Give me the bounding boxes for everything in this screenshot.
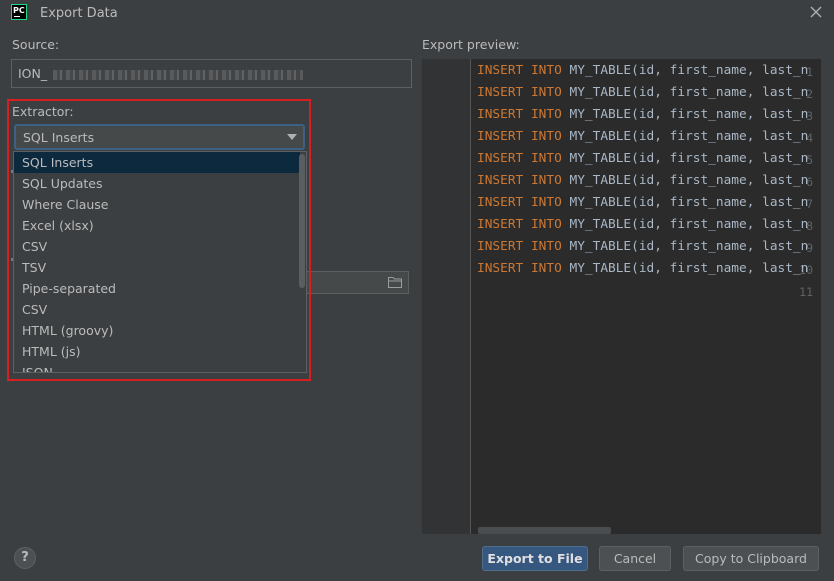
close-icon[interactable]: [808, 4, 824, 20]
keyword-insert: INSERT: [477, 129, 524, 144]
code-rest: MY_TABLE(id, first_name, last_n: [569, 85, 809, 100]
code-line: INSERT INTO MY_TABLE(id, first_name, las…: [477, 261, 808, 276]
code-rest: MY_TABLE(id, first_name, last_n: [569, 173, 809, 188]
code-rest: MY_TABLE(id, first_name, last_n: [569, 129, 809, 144]
source-field[interactable]: ION_: [11, 59, 412, 88]
extractor-select[interactable]: SQL Inserts: [14, 124, 305, 150]
code-rest: MY_TABLE(id, first_name, last_n: [569, 107, 809, 122]
title-bar: PC Export Data: [0, 0, 834, 28]
dropdown-item-sql-inserts[interactable]: SQL Inserts: [14, 152, 300, 173]
extractor-label: Extractor:: [12, 104, 74, 119]
dropdown-item-tsv[interactable]: TSV: [14, 257, 300, 278]
source-label: Source:: [12, 37, 60, 52]
export-preview-label: Export preview:: [422, 37, 520, 52]
keyword-insert: INSERT: [477, 239, 524, 254]
line-number: 11: [799, 285, 813, 299]
extractor-selected-value: SQL Inserts: [23, 130, 95, 145]
dropdown-item-json[interactable]: JSON: [14, 362, 300, 372]
keyword-into: INTO: [530, 217, 562, 232]
dropdown-item-excel[interactable]: Excel (xlsx): [14, 215, 300, 236]
code-rest: MY_TABLE(id, first_name, last_n: [569, 151, 809, 166]
code-rest: MY_TABLE(id, first_name, last_n: [569, 63, 809, 78]
folder-icon[interactable]: [388, 276, 402, 288]
code-line: INSERT INTO MY_TABLE(id, first_name, las…: [477, 129, 808, 144]
cancel-button[interactable]: Cancel: [599, 546, 671, 571]
extractor-dropdown-list[interactable]: SQL Inserts SQL Updates Where Clause Exc…: [13, 151, 307, 373]
code-rest: MY_TABLE(id, first_name, last_n: [569, 261, 809, 276]
source-value: ION_: [18, 66, 48, 81]
code-line: INSERT INTO MY_TABLE(id, first_name, las…: [477, 217, 808, 232]
keyword-into: INTO: [530, 195, 562, 210]
keyword-insert: INSERT: [477, 195, 524, 210]
keyword-into: INTO: [530, 107, 562, 122]
window-title: Export Data: [40, 6, 118, 21]
code-line: INSERT INTO MY_TABLE(id, first_name, las…: [477, 63, 808, 78]
code-line: INSERT INTO MY_TABLE(id, first_name, las…: [477, 107, 808, 122]
code-rest: MY_TABLE(id, first_name, last_n: [569, 217, 809, 232]
keyword-into: INTO: [530, 129, 562, 144]
code-line: INSERT INTO MY_TABLE(id, first_name, las…: [477, 239, 808, 254]
code-line: INSERT INTO MY_TABLE(id, first_name, las…: [477, 173, 808, 188]
blurred-source-text: [53, 69, 304, 80]
keyword-into: INTO: [530, 173, 562, 188]
keyword-into: INTO: [530, 63, 562, 78]
help-button[interactable]: ?: [14, 547, 36, 569]
output-path-field[interactable]: [306, 271, 409, 294]
dropdown-item-sql-updates[interactable]: SQL Updates: [14, 173, 300, 194]
keyword-insert: INSERT: [477, 107, 524, 122]
keyword-into: INTO: [530, 261, 562, 276]
dropdown-scrollbar[interactable]: [299, 154, 305, 288]
keyword-insert: INSERT: [477, 173, 524, 188]
keyword-into: INTO: [530, 151, 562, 166]
keyword-insert: INSERT: [477, 85, 524, 100]
keyword-insert: INSERT: [477, 151, 524, 166]
copy-to-clipboard-button[interactable]: Copy to Clipboard: [683, 546, 819, 571]
dropdown-item-csv[interactable]: CSV: [14, 236, 300, 257]
line-number-gutter: [422, 59, 471, 534]
keyword-insert: INSERT: [477, 63, 524, 78]
keyword-insert: INSERT: [477, 261, 524, 276]
keyword-insert: INSERT: [477, 217, 524, 232]
code-line: INSERT INTO MY_TABLE(id, first_name, las…: [477, 85, 808, 100]
code-line: INSERT INTO MY_TABLE(id, first_name, las…: [477, 195, 808, 210]
keyword-into: INTO: [530, 239, 562, 254]
dropdown-item-pipe-separated[interactable]: Pipe-separated: [14, 278, 300, 299]
keyword-into: INTO: [530, 85, 562, 100]
code-rest: MY_TABLE(id, first_name, last_n: [569, 195, 809, 210]
code-rest: MY_TABLE(id, first_name, last_n: [569, 239, 809, 254]
dropdown-item-html-js[interactable]: HTML (js): [14, 341, 300, 362]
chevron-down-icon[interactable]: [287, 134, 297, 140]
dropdown-item-where-clause[interactable]: Where Clause: [14, 194, 300, 215]
app-icon-text: PC: [13, 6, 25, 15]
horizontal-scrollbar[interactable]: [478, 527, 611, 534]
dropdown-item-html-groovy[interactable]: HTML (groovy): [14, 320, 300, 341]
code-line: INSERT INTO MY_TABLE(id, first_name, las…: [477, 151, 808, 166]
export-to-file-button[interactable]: Export to File: [482, 546, 588, 571]
dropdown-item-csv-2[interactable]: CSV: [14, 299, 300, 320]
pycharm-app-icon: PC: [11, 4, 27, 20]
export-preview-editor[interactable]: 1 2 3 4 5 6 7 8 9 10 11 INSERT INTO MY_TABLE(id, fi…: [422, 59, 821, 534]
